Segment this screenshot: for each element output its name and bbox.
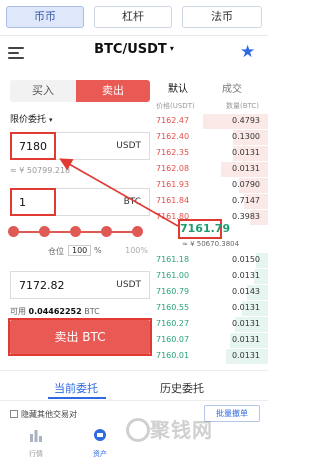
chevron-down-icon: ▾ bbox=[49, 116, 53, 124]
hide-others-label: 隐藏其他交易对 bbox=[21, 410, 77, 419]
bid-price: 7160.01 bbox=[156, 351, 190, 360]
sell-tab[interactable]: 卖出 bbox=[76, 80, 150, 102]
total-unit: USDT bbox=[116, 280, 141, 290]
nav-market[interactable]: 行情 bbox=[16, 427, 56, 458]
hide-others-toggle[interactable]: 隐藏其他交易对 bbox=[10, 409, 77, 420]
pair-selector[interactable]: BTC/USDT ▾ bbox=[0, 42, 268, 66]
bid-qty: 0.0131 bbox=[232, 351, 260, 360]
bid-qty: 0.0131 bbox=[232, 303, 260, 312]
bid-qty: 0.0131 bbox=[232, 335, 260, 344]
ask-qty: 0.0131 bbox=[232, 148, 260, 157]
slider-dot-100[interactable] bbox=[132, 226, 143, 237]
tab-history-orders[interactable]: 历史委托 bbox=[160, 380, 204, 396]
bid-row[interactable]: 7160.01 0.0131 bbox=[150, 349, 268, 364]
tab-otc[interactable]: 法币 bbox=[182, 6, 262, 28]
nav-assets-label: 资产 bbox=[93, 450, 107, 458]
buy-tab[interactable]: 买入 bbox=[10, 80, 76, 102]
available-balance: 可用 0.04462252 BTC bbox=[10, 306, 100, 317]
order-type-label: 限价委托 bbox=[10, 115, 47, 125]
price-approx: ≈ ¥ 50799.218 bbox=[10, 166, 71, 175]
ask-qty: 0.4793 bbox=[232, 116, 260, 125]
total-value: 7172.82 bbox=[19, 279, 65, 292]
divider bbox=[0, 400, 268, 401]
ask-price: 7161.84 bbox=[156, 196, 190, 205]
ask-row[interactable]: 7162.35 0.0131 bbox=[150, 146, 268, 161]
ask-row[interactable]: 7161.93 0.0790 bbox=[150, 178, 268, 193]
bid-row[interactable]: 7160.07 0.0131 bbox=[150, 333, 268, 348]
price-unit: USDT bbox=[116, 141, 141, 151]
checkbox-icon[interactable] bbox=[10, 410, 18, 418]
ask-price: 7162.08 bbox=[156, 164, 190, 173]
nav-market-label: 行情 bbox=[29, 450, 43, 458]
position-max-label: 100% bbox=[125, 246, 148, 255]
last-price[interactable]: 7161.79 bbox=[178, 219, 230, 239]
bar-chart-icon bbox=[30, 430, 42, 442]
position-percent-input[interactable]: 100 bbox=[68, 245, 92, 256]
amount-unit: BTC bbox=[123, 197, 141, 207]
position-label: 仓位 bbox=[48, 247, 64, 256]
bid-price: 7160.79 bbox=[156, 287, 190, 296]
ask-row[interactable]: 7162.40 0.1300 bbox=[150, 130, 268, 145]
bid-qty: 0.0131 bbox=[232, 271, 260, 280]
watermark-logo bbox=[126, 418, 150, 442]
position-row: 仓位 100 % 100% bbox=[10, 245, 150, 259]
ask-qty: 0.3983 bbox=[232, 212, 260, 221]
ask-price: 7161.93 bbox=[156, 180, 190, 189]
orderbook-qty-header: 数量(BTC) bbox=[226, 102, 260, 110]
bid-row[interactable]: 7161.18 0.0150 bbox=[150, 253, 268, 268]
bid-row[interactable]: 7160.27 0.0131 bbox=[150, 317, 268, 332]
orderbook-tab-default[interactable]: 默认 bbox=[168, 80, 188, 95]
ask-row[interactable]: 7162.47 0.4793 bbox=[150, 114, 268, 129]
wallet-icon bbox=[94, 429, 106, 441]
available-label: 可用 bbox=[10, 307, 26, 316]
price-highlight-box bbox=[10, 132, 56, 160]
ask-row[interactable]: 7162.08 0.0131 bbox=[150, 162, 268, 177]
orderbook-tab-trades[interactable]: 成交 bbox=[222, 80, 242, 95]
bid-qty: 0.0131 bbox=[232, 319, 260, 328]
ask-qty: 0.0131 bbox=[232, 164, 260, 173]
market-tabs: 币币 杠杆 法币 bbox=[0, 0, 268, 36]
star-icon[interactable]: ★ bbox=[240, 42, 255, 62]
ask-price: 7162.35 bbox=[156, 148, 190, 157]
slider-dot-25[interactable] bbox=[39, 226, 50, 237]
bid-price: 7160.27 bbox=[156, 319, 190, 328]
position-percent-unit: % bbox=[94, 246, 102, 255]
ask-price: 7162.40 bbox=[156, 132, 190, 141]
ask-price: 7162.47 bbox=[156, 116, 190, 125]
amount-highlight-box bbox=[10, 188, 56, 216]
orderbook-price-header: 价格(USDT) bbox=[156, 102, 195, 110]
bid-price: 7160.55 bbox=[156, 303, 190, 312]
bid-price: 7161.18 bbox=[156, 255, 190, 264]
bid-row[interactable]: 7161.00 0.0131 bbox=[150, 269, 268, 284]
chevron-down-icon: ▾ bbox=[169, 44, 174, 53]
bid-row[interactable]: 7160.79 0.0143 bbox=[150, 285, 268, 300]
slider-dot-75[interactable] bbox=[101, 226, 112, 237]
last-price-approx: ≈ ¥ 50670.3804 bbox=[182, 240, 240, 248]
active-tab-indicator bbox=[48, 397, 106, 399]
bid-qty: 0.0150 bbox=[232, 255, 260, 264]
pair-label: BTC/USDT bbox=[94, 42, 167, 57]
watermark: 聚钱网 bbox=[150, 418, 213, 442]
ask-qty: 0.7147 bbox=[232, 196, 260, 205]
total-input[interactable]: 7172.82 USDT bbox=[10, 271, 150, 299]
ask-qty: 0.1300 bbox=[232, 132, 260, 141]
bid-row[interactable]: 7160.55 0.0131 bbox=[150, 301, 268, 316]
ask-qty: 0.0790 bbox=[232, 180, 260, 189]
order-type-selector[interactable]: 限价委托 ▾ bbox=[10, 112, 53, 125]
divider bbox=[0, 370, 268, 371]
tab-margin[interactable]: 杠杆 bbox=[94, 6, 172, 28]
tab-current-orders[interactable]: 当前委托 bbox=[54, 380, 98, 396]
bid-price: 7161.00 bbox=[156, 271, 190, 280]
sell-button-highlight-box bbox=[8, 318, 152, 356]
divider bbox=[0, 35, 268, 36]
ask-row[interactable]: 7161.84 0.7147 bbox=[150, 194, 268, 209]
tab-spot[interactable]: 币币 bbox=[6, 6, 84, 28]
available-amount: 0.04462252 bbox=[28, 307, 82, 316]
nav-assets[interactable]: 资产 bbox=[80, 427, 120, 458]
bid-price: 7160.07 bbox=[156, 335, 190, 344]
slider-dot-0[interactable] bbox=[8, 226, 19, 237]
slider-dot-50[interactable] bbox=[70, 226, 81, 237]
available-unit: BTC bbox=[84, 307, 100, 316]
bid-qty: 0.0143 bbox=[232, 287, 260, 296]
